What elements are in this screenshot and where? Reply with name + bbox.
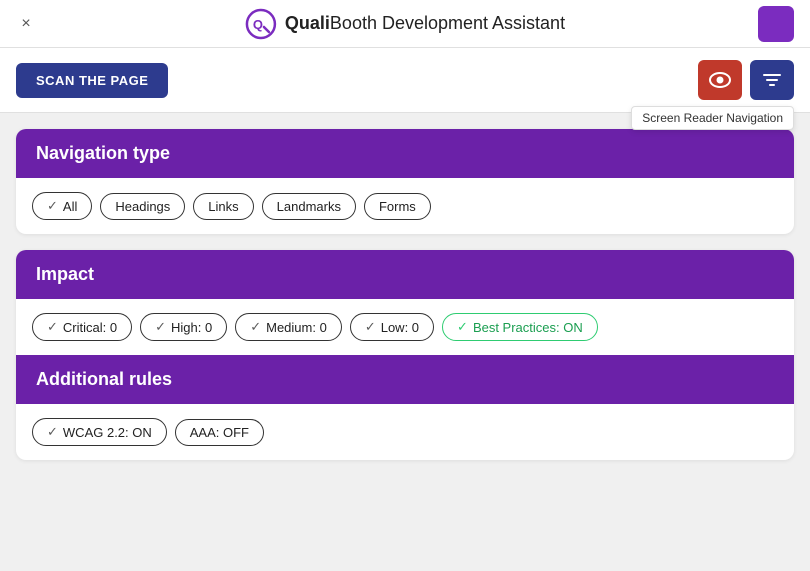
filter-all[interactable]: ✓ All	[32, 192, 92, 220]
svg-text:Q: Q	[253, 17, 263, 32]
check-high-icon: ✓	[155, 319, 166, 335]
navigation-type-card: Navigation type ✓ All Headings Links Lan…	[16, 129, 794, 234]
title-bar: × Q QualiBooth Development Assistant	[0, 0, 810, 48]
filter-wcag[interactable]: ✓ WCAG 2.2: ON	[32, 418, 167, 446]
filter-all-label: All	[63, 199, 77, 214]
filter-headings[interactable]: Headings	[100, 193, 185, 220]
filter-forms[interactable]: Forms	[364, 193, 431, 220]
content-area: Navigation type ✓ All Headings Links Lan…	[0, 113, 810, 571]
additional-rules-filter-group: ✓ WCAG 2.2: ON AAA: OFF	[32, 418, 778, 446]
filter-best-practices[interactable]: ✓ Best Practices: ON	[442, 313, 598, 341]
check-critical-icon: ✓	[47, 319, 58, 335]
filter-aaa[interactable]: AAA: OFF	[175, 419, 264, 446]
check-bestpractices-icon: ✓	[457, 319, 468, 335]
filter-best-practices-label: Best Practices: ON	[473, 320, 583, 335]
impact-additional-card: Impact ✓ Critical: 0 ✓ High: 0 ✓ Medium:…	[16, 250, 794, 460]
check-all-icon: ✓	[47, 198, 58, 214]
navigation-type-body: ✓ All Headings Links Landmarks Forms	[16, 178, 794, 234]
additional-rules-title: Additional rules	[36, 369, 774, 390]
navigation-type-header: Navigation type	[16, 129, 794, 178]
filter-button[interactable]	[750, 60, 794, 100]
impact-body: ✓ Critical: 0 ✓ High: 0 ✓ Medium: 0 ✓ Lo…	[16, 299, 794, 355]
impact-filter-group: ✓ Critical: 0 ✓ High: 0 ✓ Medium: 0 ✓ Lo…	[32, 313, 778, 341]
filter-landmarks[interactable]: Landmarks	[262, 193, 356, 220]
filter-medium-label: Medium: 0	[266, 320, 327, 335]
title-bar-right-decoration	[758, 6, 794, 42]
filter-low[interactable]: ✓ Low: 0	[350, 313, 434, 341]
filter-forms-label: Forms	[379, 199, 416, 214]
tooltip: Screen Reader Navigation	[631, 106, 794, 130]
filter-low-label: Low: 0	[381, 320, 419, 335]
navigation-filter-group: ✓ All Headings Links Landmarks Forms	[32, 192, 778, 220]
impact-title: Impact	[36, 264, 774, 285]
toolbar: SCAN THE PAGE Screen Reader Navigation	[0, 48, 810, 113]
filter-icon	[762, 72, 782, 88]
filter-landmarks-label: Landmarks	[277, 199, 341, 214]
toolbar-right: Screen Reader Navigation	[698, 60, 794, 100]
navigation-type-title: Navigation type	[36, 143, 774, 164]
app-logo-icon: Q	[245, 8, 277, 40]
check-wcag-icon: ✓	[47, 424, 58, 440]
additional-rules-header: Additional rules	[16, 355, 794, 404]
filter-high[interactable]: ✓ High: 0	[140, 313, 227, 341]
scan-page-button[interactable]: SCAN THE PAGE	[16, 63, 168, 98]
filter-wcag-label: WCAG 2.2: ON	[63, 425, 152, 440]
close-button[interactable]: ×	[16, 15, 36, 33]
check-medium-icon: ✓	[250, 319, 261, 335]
filter-high-label: High: 0	[171, 320, 212, 335]
eye-icon	[709, 72, 731, 88]
check-low-icon: ✓	[365, 319, 376, 335]
eye-button[interactable]	[698, 60, 742, 100]
filter-critical[interactable]: ✓ Critical: 0	[32, 313, 132, 341]
filter-medium[interactable]: ✓ Medium: 0	[235, 313, 342, 341]
filter-links[interactable]: Links	[193, 193, 253, 220]
impact-header: Impact	[16, 250, 794, 299]
filter-critical-label: Critical: 0	[63, 320, 117, 335]
filter-links-label: Links	[208, 199, 238, 214]
filter-aaa-label: AAA: OFF	[190, 425, 249, 440]
app-title-center: Q QualiBooth Development Assistant	[245, 8, 565, 40]
filter-headings-label: Headings	[115, 199, 170, 214]
app-title-text: QualiBooth Development Assistant	[285, 13, 565, 34]
additional-rules-body: ✓ WCAG 2.2: ON AAA: OFF	[16, 404, 794, 460]
